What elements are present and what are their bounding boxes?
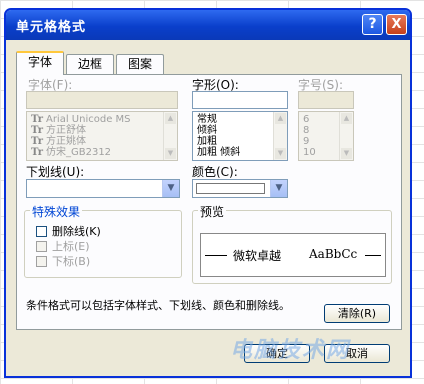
- effects-group: [24, 210, 182, 278]
- cancel-button[interactable]: 取消: [324, 344, 390, 363]
- preview-title: 预览: [198, 203, 227, 220]
- superscript-label: 上标(E): [52, 240, 90, 253]
- truetype-icon: Tr: [31, 125, 43, 136]
- font-list: Tr Arial Unicode MS Tr 方正舒体 Tr 方正姚体 Tr 仿宋_GB…: [26, 111, 178, 161]
- truetype-icon: Tr: [31, 136, 43, 147]
- ok-button[interactable]: 确定: [244, 344, 310, 363]
- list-item: Tr 仿宋_GB2312: [31, 147, 112, 158]
- dialog-title: 单元格格式: [16, 20, 87, 35]
- list-item: Tr Arial Unicode MS: [31, 114, 131, 125]
- help-button[interactable]: ?: [362, 14, 383, 35]
- close-button[interactable]: X: [386, 14, 407, 35]
- style-input[interactable]: [192, 91, 288, 109]
- strikethrough-label[interactable]: 删除线(K): [52, 223, 101, 239]
- color-select[interactable]: ▼: [192, 179, 288, 198]
- format-note: 条件格式可以包括字体样式、下划线、颜色和删除线。: [26, 299, 290, 312]
- size-input: [298, 91, 354, 109]
- preview-baseline-left: [205, 255, 227, 256]
- strikethrough-checkbox[interactable]: [36, 226, 47, 237]
- list-item: Tr 方正姚体: [31, 136, 86, 147]
- style-list-scrollbar[interactable]: ▲ ▼: [273, 112, 287, 160]
- underline-select[interactable]: ▼: [26, 179, 180, 198]
- color-label: 颜色(C):: [192, 165, 238, 179]
- color-swatch: [196, 183, 265, 194]
- preview-baseline-right: [365, 255, 381, 256]
- truetype-icon: Tr: [31, 114, 43, 125]
- preview-text-cn: 微软卓越: [233, 249, 282, 263]
- font-list-scrollbar: ▲ ▼: [163, 112, 177, 160]
- subscript-label: 下标(B): [52, 255, 91, 268]
- superscript-checkbox: [36, 241, 47, 252]
- chevron-down-icon[interactable]: ▼: [270, 180, 287, 197]
- title-bar[interactable]: 单元格格式 ? X: [6, 10, 410, 40]
- clear-button[interactable]: 清除(R): [324, 304, 390, 323]
- format-cells-dialog: 单元格格式 ? X 字体 边框 图案 字体(F): Tr Arial Unicod…: [4, 8, 412, 378]
- underline-label: 下划线(U):: [26, 165, 85, 179]
- truetype-icon: Tr: [31, 147, 43, 158]
- effects-title: 特殊效果: [30, 203, 83, 220]
- size-list-scrollbar: ▲ ▼: [339, 112, 353, 160]
- font-input: [26, 91, 178, 109]
- tab-pattern[interactable]: 图案: [116, 54, 164, 74]
- chevron-down-icon[interactable]: ▼: [162, 180, 179, 197]
- tab-font[interactable]: 字体: [16, 51, 64, 75]
- style-list[interactable]: 常规 倾斜 加粗 加粗 倾斜 ▲ ▼: [192, 111, 288, 161]
- tab-border[interactable]: 边框: [66, 54, 114, 74]
- preview-text-en: AaBbCc: [309, 247, 358, 261]
- subscript-checkbox: [36, 256, 47, 267]
- preview-area: 微软卓越 AaBbCc: [200, 233, 386, 277]
- list-item: Tr 方正舒体: [31, 125, 86, 136]
- size-list: 6 8 9 10 ▲ ▼: [298, 111, 354, 161]
